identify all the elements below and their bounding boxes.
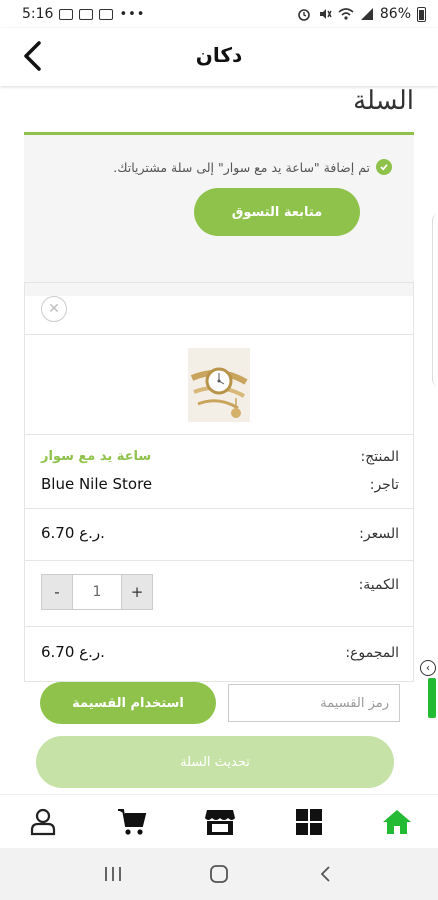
back-system-button[interactable] (305, 854, 345, 894)
grid-icon (295, 808, 322, 835)
back-arrow-icon (320, 866, 330, 882)
nav-cart[interactable] (115, 805, 149, 839)
quantity-row: الكمية: - 1 + (25, 561, 413, 627)
home-icon (383, 809, 411, 834)
remove-item-icon[interactable]: ✕ (41, 296, 67, 322)
quantity-increase-button[interactable]: + (122, 575, 152, 609)
quantity-decrease-button[interactable]: - (42, 575, 72, 609)
mute-icon (319, 9, 332, 19)
quantity-label: الكمية: (358, 577, 399, 593)
bottom-navigation (0, 794, 438, 848)
chevron-left-small-icon: ‹ (420, 660, 436, 676)
status-bar: 5:16 ••• 86% (0, 0, 438, 28)
page-title: السلة (353, 86, 414, 116)
wifi-icon (338, 8, 354, 20)
cart-icon (117, 808, 146, 835)
total-row: المجموع: 6.70 ر.ع. (25, 627, 413, 681)
side-bar (428, 678, 436, 718)
vendor-label: تاجر: (369, 477, 399, 493)
quantity-stepper: - 1 + (41, 574, 153, 610)
nav-account[interactable] (26, 805, 60, 839)
total-value: 6.70 ر.ع. (41, 643, 105, 661)
update-cart-button[interactable]: تحديث السلة (36, 736, 394, 788)
recents-button[interactable] (93, 854, 133, 894)
vendor-name: Blue Nile Store (41, 475, 153, 493)
status-right: 86% (296, 6, 426, 22)
notice-message-wrap: تم إضافة "ساعة يد مع سوار" إلى سلة مشتري… (113, 159, 392, 175)
total-label: المجموع: (345, 645, 399, 661)
battery-percent: 86% (379, 6, 411, 22)
battery-icon (417, 6, 426, 22)
remove-row: ✕ (25, 283, 413, 335)
store-icon (205, 809, 235, 835)
product-row: المنتج: ساعة يد مع سوار تاجر: Blue Nile … (25, 435, 413, 509)
price-label: السعر: (359, 526, 399, 542)
app-header: دكان (0, 28, 438, 86)
header-title: دكان (195, 43, 243, 67)
screen-icon (59, 8, 74, 20)
edge-panel-tab[interactable] (432, 214, 438, 386)
notice-message: تم إضافة "ساعة يد مع سوار" إلى سلة مشتري… (113, 159, 370, 175)
coupon-code-input[interactable]: رمز القسيمة (228, 684, 400, 722)
continue-shopping-button[interactable]: متابعة التسوق (194, 188, 360, 236)
image-icon (79, 8, 94, 20)
product-name-link[interactable]: ساعة يد مع سوار (41, 449, 151, 464)
added-to-cart-notice: تم إضافة "ساعة يد مع سوار" إلى سلة مشتري… (24, 132, 414, 296)
cart-table: ✕ المنتج: ساعة يد مع سوار تاجر: Blue Nil… (24, 282, 414, 682)
home-circle-icon (210, 865, 228, 883)
status-time: 5:16 (22, 6, 54, 22)
system-navigation-bar (0, 848, 438, 900)
price-value: 6.70 ر.ع. (41, 524, 105, 542)
quantity-input[interactable]: 1 (72, 575, 122, 609)
apply-coupon-button[interactable]: استخدام القسيمة (40, 682, 216, 724)
user-icon (30, 808, 56, 835)
home-system-button[interactable] (199, 854, 239, 894)
status-left: 5:16 ••• (22, 6, 145, 22)
recents-icon (105, 867, 121, 881)
nav-stores[interactable] (203, 805, 237, 839)
linkedin-icon (99, 8, 114, 20)
nav-categories[interactable] (292, 805, 326, 839)
more-dots-icon: ••• (119, 6, 146, 22)
product-thumbnail[interactable] (188, 347, 250, 422)
alarm-icon (298, 9, 310, 21)
side-handle[interactable]: ‹ (420, 660, 438, 720)
check-circle-icon (376, 159, 392, 175)
product-label: المنتج: (360, 449, 399, 465)
nav-home[interactable] (380, 805, 414, 839)
cart-page: السلة تم إضافة "ساعة يد مع سوار" إلى سلة… (0, 86, 438, 794)
signal-icon (360, 8, 373, 20)
thumbnail-row (25, 335, 413, 435)
price-row: السعر: 6.70 ر.ع. (25, 509, 413, 561)
